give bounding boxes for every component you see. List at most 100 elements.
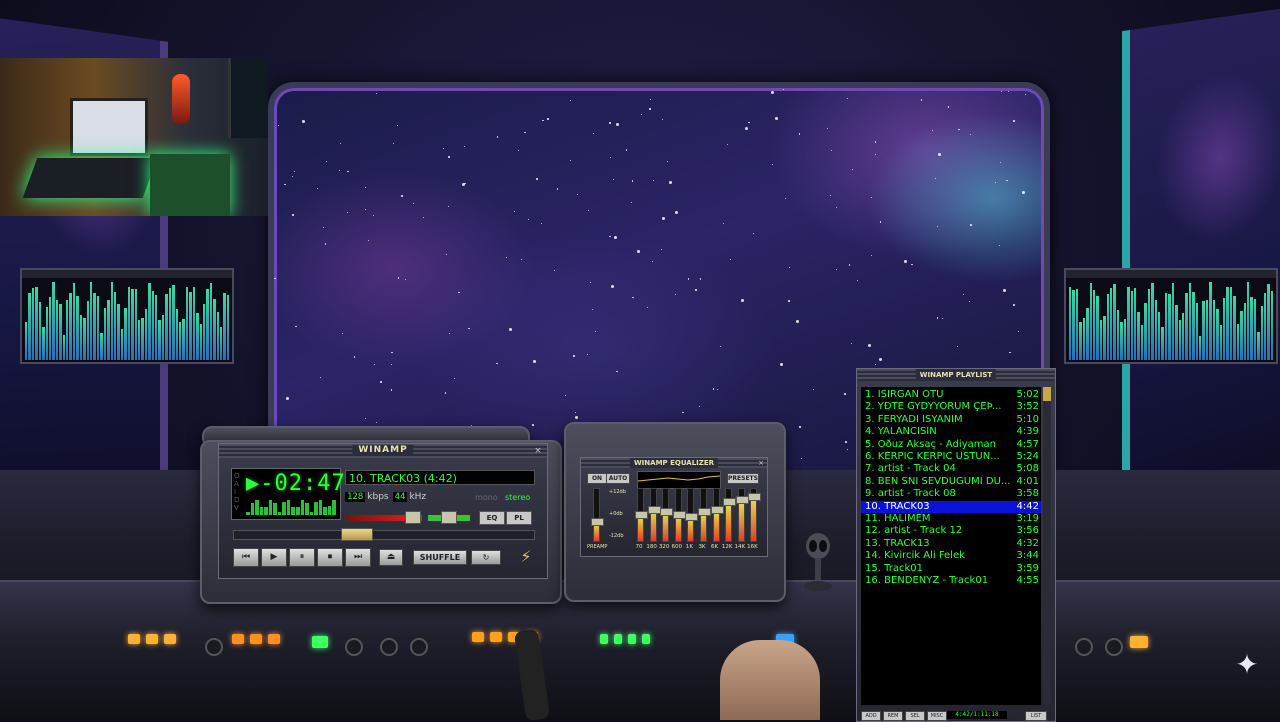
- eq-slider-handle[interactable]: [591, 518, 604, 526]
- playlist-item[interactable]: 13. TRACK13 4:32: [861, 538, 1041, 550]
- playlist-item[interactable]: 7. artist - Track 04 5:08: [861, 463, 1041, 475]
- eq-band-slider[interactable]: [723, 488, 737, 542]
- playlist-item[interactable]: 2. YÐTE GYDÝYORUM ÇEÞ... 3:52: [861, 401, 1041, 413]
- mini-visualizer-bar: [323, 507, 327, 515]
- next-button[interactable]: ⏭: [345, 548, 371, 567]
- eq-band-slider[interactable]: [647, 488, 661, 542]
- spectrum-bar: [55, 299, 59, 360]
- playlist-item[interactable]: 11. HALIMEM 3:19: [861, 513, 1041, 525]
- spectrum-bar: [185, 286, 189, 360]
- eq-slider-handle[interactable]: [735, 496, 749, 504]
- play-button[interactable]: ▶: [261, 548, 287, 567]
- stop-button[interactable]: ⏹: [317, 548, 343, 567]
- eq-band-slider[interactable]: [660, 488, 674, 542]
- star: [652, 179, 655, 182]
- equalizer-titlebar[interactable]: WINAMP EQUALIZER ×: [581, 458, 767, 468]
- playlist-item[interactable]: 15. Track01 3:59: [861, 563, 1041, 575]
- spectrum-bar: [86, 301, 90, 360]
- playlist-item[interactable]: 12. artist - Track 12 3:56: [861, 525, 1041, 537]
- eq-slider-handle[interactable]: [647, 506, 661, 514]
- eq-band-slider[interactable]: [685, 488, 699, 542]
- mini-visualizer-bar: [314, 502, 318, 515]
- winamp-titlebar[interactable]: WINAMP ×: [219, 444, 547, 458]
- spectrum-bar: [52, 282, 55, 360]
- seek-bar[interactable]: [233, 530, 535, 540]
- eq-band-slider[interactable]: [635, 488, 648, 542]
- star: [448, 332, 450, 334]
- spectrum-bar: [1134, 288, 1137, 360]
- playlist-scrollbar[interactable]: [1043, 387, 1051, 705]
- playlist-item[interactable]: 3. FERYADI ISYANIM 5:10: [861, 414, 1041, 426]
- eject-button[interactable]: ⏏: [379, 549, 403, 566]
- playlist-title: WINAMP PLAYLIST: [915, 369, 997, 381]
- eq-slider-handle[interactable]: [660, 508, 674, 516]
- spectrum-bar: [1137, 312, 1140, 360]
- eq-band-slider[interactable]: [672, 488, 686, 542]
- spectrum-visualizer-left: [20, 268, 234, 364]
- eq-band-slider[interactable]: [710, 488, 724, 542]
- winamp-logo-icon[interactable]: ⚡: [517, 548, 535, 566]
- star: [527, 218, 529, 220]
- track-title-display: 10. TRACK03 (4:42): [345, 470, 535, 485]
- spectrum-bar: [1151, 282, 1154, 360]
- mini-visualizer[interactable]: [246, 499, 336, 515]
- eq-band-slider[interactable]: [748, 488, 762, 542]
- close-icon[interactable]: ×: [758, 458, 764, 468]
- seek-bar-handle[interactable]: [341, 528, 373, 541]
- playlist-scrollbar-thumb[interactable]: [1043, 387, 1051, 401]
- equalizer-on-button[interactable]: ON: [587, 473, 607, 484]
- playlist-titlebar[interactable]: WINAMP PLAYLIST: [857, 369, 1055, 381]
- console-knob: [345, 638, 363, 656]
- playlist-item[interactable]: 1. ISIRGAN OTU 5:02: [861, 389, 1041, 401]
- eq-slider-handle[interactable]: [710, 506, 724, 514]
- eq-slider-handle[interactable]: [698, 508, 711, 516]
- spectrum-bar: [1079, 321, 1082, 360]
- spectrum-bar: [1144, 302, 1147, 360]
- volume-slider-handle[interactable]: [405, 511, 421, 524]
- equalizer-auto-button[interactable]: AUTO: [606, 473, 630, 484]
- star: [573, 355, 575, 357]
- eq-band-slider[interactable]: [735, 488, 749, 542]
- eq-band-slider[interactable]: [698, 488, 711, 542]
- playlist-item[interactable]: 16. BENDENÝZ - Track01 4:55: [861, 575, 1041, 587]
- star: [592, 132, 594, 134]
- db-max-label: +12db: [609, 489, 626, 495]
- close-icon[interactable]: ×: [533, 446, 543, 456]
- spectrum-bar: [25, 322, 28, 360]
- star: [650, 99, 652, 101]
- playlist-item[interactable]: 10. TRACK03 4:42: [861, 500, 1041, 513]
- playlist-item[interactable]: 8. BEN SNI SEVDUGUMI DU... 4:01: [861, 476, 1041, 488]
- spectrum-bar: [31, 287, 35, 360]
- playlist-item[interactable]: 6. KERPIC KERPIC USTUN... 5:24: [861, 451, 1041, 463]
- star: [941, 317, 944, 320]
- star: [845, 441, 847, 443]
- shuffle-button[interactable]: SHUFFLE: [413, 550, 467, 565]
- spectrum-bar: [1222, 298, 1226, 360]
- playlist-toggle-button[interactable]: PL: [506, 511, 532, 525]
- star: [392, 142, 394, 144]
- star: [609, 121, 611, 124]
- spectrum-bar: [1171, 282, 1175, 360]
- playlist-track-list[interactable]: 1. ISIRGAN OTU 5:02 2. YÐTE GYDÝYORUM ÇEÞ.…: [861, 387, 1041, 705]
- star: [614, 236, 618, 240]
- eq-slider-handle[interactable]: [672, 511, 686, 519]
- playlist-item[interactable]: 14. Kivircik Ali Felek 3:44: [861, 550, 1041, 562]
- eq-slider-handle[interactable]: [685, 513, 699, 521]
- preamp-slider[interactable]: [591, 488, 604, 542]
- eq-slider-handle[interactable]: [748, 493, 762, 501]
- eq-slider-handle[interactable]: [723, 498, 737, 506]
- previous-button[interactable]: ⏮: [233, 548, 259, 567]
- playlist-item[interactable]: 4. YALANCISIN 4:39: [861, 426, 1041, 438]
- equalizer-presets-button[interactable]: PRESETS: [727, 473, 759, 484]
- pause-button[interactable]: ⏸: [289, 548, 315, 567]
- playlist-item[interactable]: 5. Oðuz Aksaç - Adiyaman 4:57: [861, 439, 1041, 451]
- repeat-button[interactable]: ↻: [471, 550, 501, 565]
- spectrum-bar: [1209, 282, 1212, 360]
- equalizer-toggle-button[interactable]: EQ: [479, 511, 505, 525]
- eq-slider-handle[interactable]: [635, 511, 648, 519]
- playlist-item[interactable]: 9. artist - Track 08 3:58: [861, 488, 1041, 500]
- elapsed-time[interactable]: ▶-02:47: [246, 471, 346, 496]
- star: [788, 300, 790, 302]
- star: [641, 113, 643, 115]
- balance-slider-handle[interactable]: [441, 511, 457, 524]
